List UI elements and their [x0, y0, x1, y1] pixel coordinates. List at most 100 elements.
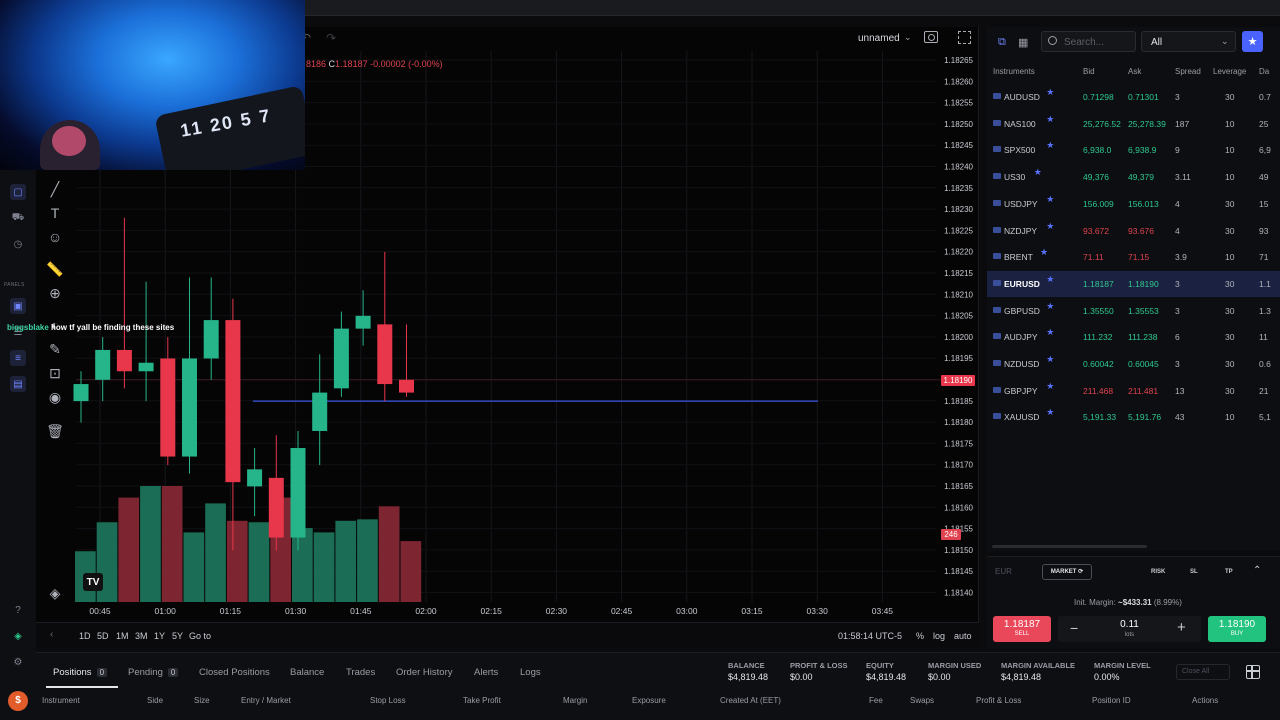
instrument-row[interactable]: NZDJPY ★ 93.672 93.676 4 30 93: [987, 218, 1280, 244]
col-created-at: Created At (EET): [720, 696, 781, 705]
leverage-value: 30: [1225, 305, 1235, 316]
redo-icon[interactable]: ↷: [326, 31, 336, 45]
trash-icon[interactable]: 🗑: [44, 420, 66, 442]
tab-trades[interactable]: Trades: [346, 667, 375, 678]
favorites-star-button[interactable]: ★: [1242, 31, 1263, 52]
sell-button[interactable]: 1.18187 SELL: [993, 616, 1051, 642]
emoji-tool-icon[interactable]: ☺: [44, 226, 66, 248]
log-scale-button[interactable]: log: [933, 631, 945, 641]
layers-icon[interactable]: ◈: [44, 582, 66, 604]
instrument-row[interactable]: GBPJPY ★ 211.468 211.481 13 30 21: [987, 378, 1280, 404]
chevron-down-icon[interactable]: ⌄: [904, 32, 912, 43]
tab-alerts[interactable]: Alerts: [474, 667, 498, 678]
layout-name[interactable]: unnamed: [858, 33, 900, 44]
favorite-star-icon[interactable]: ★: [1034, 167, 1042, 178]
tab-positions[interactable]: Positions 0: [53, 667, 108, 678]
favorite-star-icon[interactable]: ★: [1046, 87, 1054, 98]
pencil-lock-icon[interactable]: ✎: [44, 338, 66, 360]
zoom-tool-icon[interactable]: ⊕: [44, 282, 66, 304]
trendline-tool-icon[interactable]: ╱: [44, 178, 66, 200]
risk-tab[interactable]: RISK: [1151, 569, 1165, 575]
camera-icon[interactable]: [924, 31, 938, 43]
panel-chart-icon[interactable]: ▣: [10, 298, 26, 314]
timeframe-1d[interactable]: 1D: [79, 631, 91, 641]
favorite-star-icon[interactable]: ★: [1046, 301, 1054, 312]
chart-view-icon[interactable]: ▢: [10, 184, 26, 200]
horizontal-scrollbar[interactable]: [992, 545, 1147, 548]
market-order-button[interactable]: MARKET ⟳: [1042, 564, 1092, 580]
timeframe-5d[interactable]: 5D: [97, 631, 109, 641]
timeframe-1m[interactable]: 1M: [116, 631, 129, 641]
buy-button[interactable]: 1.18190 BUY: [1208, 616, 1266, 642]
instrument-row[interactable]: NAS100 ★ 25,276.52 25,278.39 187 10 25: [987, 111, 1280, 137]
col-swaps: Swaps: [910, 696, 935, 705]
favorite-star-icon[interactable]: ★: [1046, 381, 1054, 392]
panel-list-icon[interactable]: ≡: [10, 350, 26, 366]
favorite-star-icon[interactable]: ★: [1046, 354, 1054, 365]
close-all-button[interactable]: Close All: [1176, 664, 1230, 680]
instrument-search[interactable]: Search...: [1041, 31, 1136, 52]
favorite-star-icon[interactable]: ★: [1046, 327, 1054, 338]
panel-calc-icon[interactable]: ▤: [10, 376, 26, 392]
tab-logs[interactable]: Logs: [520, 667, 541, 678]
day-value: 15: [1259, 198, 1269, 209]
instrument-row[interactable]: SPX500 ★ 6,938.0 6,938.9 9 10 6,9: [987, 137, 1280, 163]
favorite-star-icon[interactable]: ★: [1040, 247, 1048, 258]
favorite-star-icon[interactable]: ★: [1046, 221, 1054, 232]
instrument-row[interactable]: AUDUSD ★ 0.71298 0.71301 3 30 0.7: [987, 84, 1280, 110]
tab-pending[interactable]: Pending 0: [128, 667, 179, 678]
lots-stepper[interactable]: − 0.11 lots +: [1058, 616, 1201, 642]
tab-balance[interactable]: Balance: [290, 667, 324, 678]
eye-icon[interactable]: ◉: [44, 386, 66, 408]
instrument-row[interactable]: AUDJPY ★ 111.232 111.238 6 30 11: [987, 324, 1280, 350]
cart-icon[interactable]: ⛟: [10, 210, 26, 226]
timeframe-5y[interactable]: 5Y: [172, 631, 183, 641]
timeframe-1y[interactable]: 1Y: [154, 631, 165, 641]
flag-icon: [993, 93, 1001, 99]
goto-button[interactable]: Go to: [189, 631, 211, 641]
instrument-row[interactable]: GBPUSD ★ 1.35550 1.35553 3 30 1.3: [987, 298, 1280, 324]
instrument-row[interactable]: US30 ★ 49,376 49,379 3.11 10 49: [987, 164, 1280, 190]
instrument-row[interactable]: XAUUSD ★ 5,191.33 5,191.76 43 10 5,1: [987, 404, 1280, 430]
chat-message: biggsblake how tf yall be finding these …: [7, 323, 174, 332]
instrument-row[interactable]: BRENT ★ 71.11 71.15 3.9 10 71: [987, 244, 1280, 270]
tab-closed-positions[interactable]: Closed Positions: [199, 667, 270, 678]
layout-grid-icon[interactable]: [1246, 665, 1260, 679]
history-icon[interactable]: ◷: [10, 236, 26, 252]
instrument-row[interactable]: EURUSD ★ 1.18187 1.18190 3 30 1.1: [987, 270, 1280, 297]
ruler-tool-icon[interactable]: 📏: [44, 258, 66, 280]
calendar-icon[interactable]: ▦: [1018, 36, 1032, 50]
account-pnl: PROFIT & LOSS $0.00: [790, 661, 848, 682]
tab-order-history[interactable]: Order History: [396, 667, 452, 678]
favorite-star-icon[interactable]: ★: [1046, 114, 1054, 125]
instrument-row[interactable]: USDJPY ★ 156.009 156.013 4 30 15: [987, 191, 1280, 217]
auto-scale-button[interactable]: auto: [954, 631, 972, 641]
chart-link-icon[interactable]: ⧉: [998, 36, 1012, 50]
chevron-left-icon[interactable]: ‹: [50, 629, 53, 640]
tradingview-logo[interactable]: TV: [83, 573, 103, 591]
account-avatar-icon[interactable]: $: [8, 691, 28, 711]
tp-tab[interactable]: TP: [1225, 569, 1233, 575]
favorite-star-icon[interactable]: ★: [1046, 407, 1054, 418]
percent-scale-button[interactable]: %: [916, 631, 924, 641]
favorite-star-icon[interactable]: ★: [1046, 274, 1054, 285]
lock-icon[interactable]: ⊡: [44, 362, 66, 384]
ohlc-close-value: 1.18187: [335, 59, 368, 69]
fullscreen-icon[interactable]: [958, 31, 971, 44]
equity-value: $4,819.48: [866, 672, 907, 682]
price-tick-label: 1.18215: [944, 269, 973, 278]
instrument-row[interactable]: NZDUSD ★ 0.60042 0.60045 3 30 0.6: [987, 351, 1280, 377]
instrument-filter-select[interactable]: All ⌄: [1141, 31, 1236, 52]
chevron-up-icon[interactable]: ⌃: [1253, 565, 1261, 576]
volume-bar: [400, 541, 422, 602]
text-tool-icon[interactable]: T: [44, 202, 66, 224]
volume-bar: [140, 486, 161, 602]
col-instrument: Instrument: [42, 696, 80, 705]
help-icon[interactable]: ?: [10, 602, 26, 618]
favorite-star-icon[interactable]: ★: [1046, 140, 1054, 151]
sl-tab[interactable]: SL: [1190, 569, 1198, 575]
favorite-star-icon[interactable]: ★: [1046, 194, 1054, 205]
timeframe-3m[interactable]: 3M: [135, 631, 148, 641]
plus-icon[interactable]: +: [1177, 619, 1186, 636]
settings-gear-icon[interactable]: ⚙: [10, 654, 26, 670]
